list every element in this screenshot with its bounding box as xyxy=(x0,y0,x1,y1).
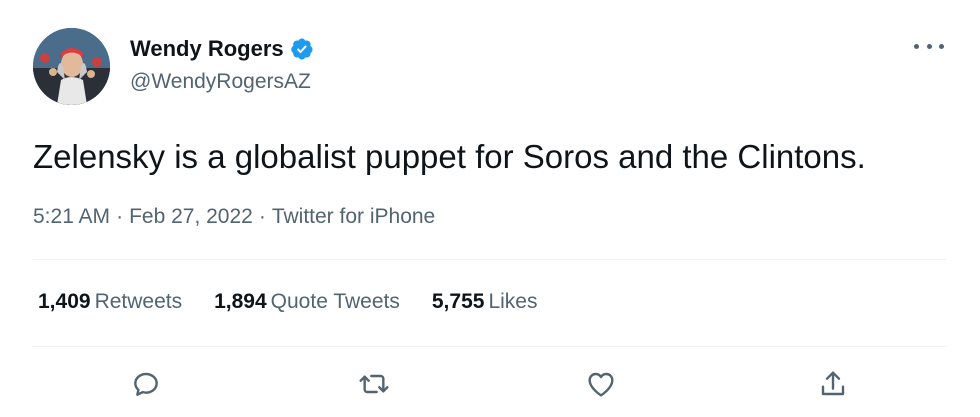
avatar-image xyxy=(33,28,110,105)
handle[interactable]: @WendyRogersAZ xyxy=(130,70,311,94)
retweet-icon xyxy=(359,374,389,394)
more-options-icon[interactable] xyxy=(914,36,944,56)
likes-label: Likes xyxy=(488,290,538,313)
meta-separator: · xyxy=(258,205,266,228)
tweet-text: Zelensky is a globalist puppet for Soros… xyxy=(33,138,866,175)
divider xyxy=(33,259,947,260)
quote-tweets-label: Quote Tweets xyxy=(270,290,400,313)
tweet-time[interactable]: 5:21 AM xyxy=(33,205,110,229)
tweet-source[interactable]: Twitter for iPhone xyxy=(272,205,435,229)
reply-icon xyxy=(134,372,158,396)
quote-tweets-count: 1,894 xyxy=(214,290,267,313)
divider xyxy=(33,346,947,347)
heart-icon xyxy=(588,372,614,397)
reply-button[interactable] xyxy=(130,368,162,400)
verified-badge-icon xyxy=(290,38,313,60)
more-dot xyxy=(939,43,944,49)
more-dot xyxy=(926,43,932,49)
share-button[interactable] xyxy=(817,368,849,400)
likes-stat[interactable]: 5,755 Likes xyxy=(432,290,538,314)
tweet-date[interactable]: Feb 27, 2022 xyxy=(129,205,253,229)
more-dot xyxy=(914,43,919,49)
quote-tweets-stat[interactable]: 1,894 Quote Tweets xyxy=(214,290,400,314)
author-name-row[interactable]: Wendy Rogers xyxy=(130,36,314,62)
like-button[interactable] xyxy=(585,368,617,400)
retweets-count: 1,409 xyxy=(38,290,91,313)
retweets-stat[interactable]: 1,409 Retweets xyxy=(38,290,182,314)
avatar[interactable] xyxy=(33,28,110,105)
retweets-label: Retweets xyxy=(94,290,183,313)
tweet-card: Wendy Rogers @WendyRogersAZ Zelensky is … xyxy=(0,0,980,417)
tweet-stats: 1,409 Retweets 1,894 Quote Tweets 5,755 Lik… xyxy=(38,290,537,314)
retweet-button[interactable] xyxy=(358,368,390,400)
share-icon xyxy=(821,371,845,396)
tweet-meta: 5:21 AM · Feb 27, 2022 · Twitter for iPh… xyxy=(33,205,435,229)
likes-count: 5,755 xyxy=(431,290,485,313)
display-name[interactable]: Wendy Rogers xyxy=(130,36,284,62)
meta-separator: · xyxy=(116,205,124,228)
tweet-actions xyxy=(33,362,947,402)
